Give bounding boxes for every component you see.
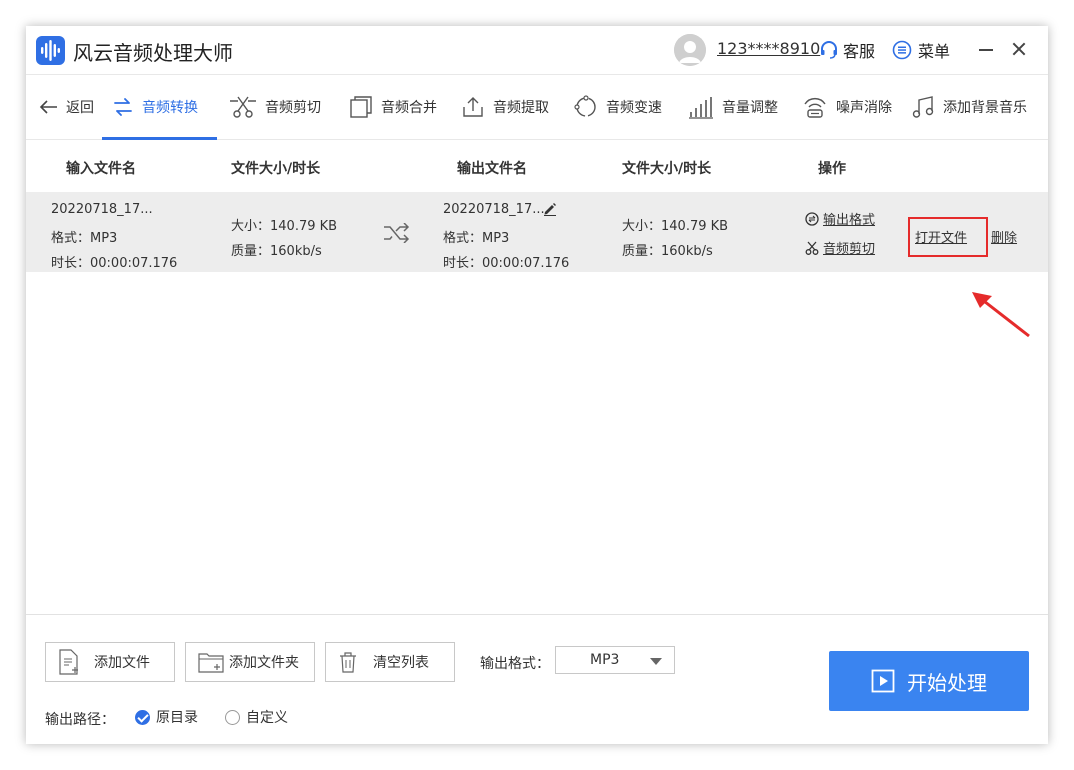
music-icon xyxy=(912,96,934,118)
convert-icon xyxy=(114,98,132,116)
output-size: 大小：140.79 KB xyxy=(622,219,729,234)
tab-noise-removal[interactable]: 噪声消除 xyxy=(802,75,892,139)
noise-icon xyxy=(804,98,826,118)
close-button[interactable] xyxy=(1008,36,1030,62)
start-processing-button[interactable]: 开始处理 xyxy=(829,651,1029,711)
input-duration: 时长：00:00:07.176 xyxy=(51,256,178,271)
audio-cut-link[interactable]: 音频剪切 xyxy=(805,238,875,257)
add-file-label: 添加文件 xyxy=(94,655,150,671)
format-icon xyxy=(805,211,819,226)
back-arrow-icon xyxy=(39,100,57,114)
tab-label: 音量调整 xyxy=(722,100,778,116)
shuffle-arrow-icon xyxy=(384,223,410,243)
output-format-select[interactable]: MP3 xyxy=(555,646,675,674)
play-icon xyxy=(871,669,895,693)
menu-button[interactable]: 菜单 xyxy=(892,38,950,62)
red-arrow-annotation xyxy=(972,292,1030,338)
add-folder-icon xyxy=(198,653,224,673)
username-link[interactable]: 123****8910 xyxy=(717,39,820,58)
radio-unchecked-icon xyxy=(225,709,240,725)
back-label: 返回 xyxy=(66,100,94,116)
add-file-icon xyxy=(59,649,78,675)
radio-custom-dir[interactable]: 自定义 xyxy=(225,707,288,727)
tab-label: 音频变速 xyxy=(606,100,662,116)
tab-audio-convert[interactable]: 音频转换 xyxy=(112,75,198,139)
service-label: 客服 xyxy=(843,42,876,61)
col-output-name: 输出文件名 xyxy=(457,161,527,177)
radio-original-dir[interactable]: 原目录 xyxy=(135,707,198,727)
app-window: 风云音频处理大师 123****8910 客服 菜单 返回 音频转换 音频剪切 … xyxy=(26,26,1048,744)
col-actions: 操作 xyxy=(818,161,846,177)
tab-audio-merge[interactable]: 音频合并 xyxy=(349,75,437,139)
chevron-down-icon xyxy=(650,658,662,665)
output-format-label: 输出格式 xyxy=(823,213,876,228)
table-row[interactable]: 20220718_17... 格式：MP3 时长：00:00:07.176 大小… xyxy=(26,192,1048,272)
extract-icon xyxy=(463,97,483,117)
add-folder-button[interactable]: 添加文件夹 xyxy=(185,642,315,682)
merge-icon xyxy=(350,96,372,118)
headset-icon xyxy=(821,41,837,59)
add-file-button[interactable]: 添加文件 xyxy=(45,642,175,682)
clear-list-label: 清空列表 xyxy=(373,655,429,671)
edit-pencil-icon[interactable] xyxy=(543,202,557,216)
speed-icon xyxy=(574,95,596,117)
app-title: 风云音频处理大师 xyxy=(73,41,233,65)
file-table-header: 输入文件名 文件大小/时长 输出文件名 文件大小/时长 操作 xyxy=(26,140,1048,192)
output-format-value: MP3 xyxy=(590,652,620,668)
tab-label: 音频提取 xyxy=(493,100,549,116)
back-button[interactable]: 返回 xyxy=(38,75,94,139)
add-folder-label: 添加文件夹 xyxy=(229,655,299,671)
tab-label: 添加背景音乐 xyxy=(943,100,1027,116)
scissors-icon xyxy=(805,241,819,255)
col-output-size: 文件大小/时长 xyxy=(622,161,712,177)
clear-list-button[interactable]: 清空列表 xyxy=(325,642,455,682)
customer-service-button[interactable]: 客服 xyxy=(819,38,875,62)
tab-audio-extract[interactable]: 音频提取 xyxy=(461,75,549,139)
tab-audio-speed[interactable]: 音频变速 xyxy=(574,75,662,139)
output-quality: 质量：160kb/s xyxy=(622,244,713,259)
output-format-link[interactable]: 输出格式 xyxy=(805,209,875,228)
minimize-button[interactable] xyxy=(976,36,996,62)
col-input-name: 输入文件名 xyxy=(66,161,136,177)
output-file-name: 20220718_17... xyxy=(443,202,545,217)
radio-label: 自定义 xyxy=(246,710,288,726)
radio-label: 原目录 xyxy=(156,710,198,726)
input-quality: 质量：160kb/s xyxy=(231,244,322,259)
input-format: 格式：MP3 xyxy=(51,231,118,246)
trash-icon xyxy=(340,652,356,673)
volume-icon xyxy=(689,97,713,119)
bottom-panel: 添加文件 添加文件夹 清空列表 输出格式： MP3 输出路径： 原目录 自定义 … xyxy=(26,614,1048,744)
audio-cut-label: 音频剪切 xyxy=(823,242,876,257)
tab-volume-adjust[interactable]: 音量调整 xyxy=(688,75,778,139)
output-format: 格式：MP3 xyxy=(443,231,510,246)
tab-audio-cut[interactable]: 音频剪切 xyxy=(229,75,321,139)
tab-add-background-music[interactable]: 添加背景音乐 xyxy=(911,75,1027,139)
tab-label: 音频合并 xyxy=(381,100,437,116)
col-input-size: 文件大小/时长 xyxy=(231,161,321,177)
tab-label: 音频转换 xyxy=(142,100,198,116)
delete-link[interactable]: 删除 xyxy=(991,227,1017,246)
function-toolbar: 返回 音频转换 音频剪切 音频合并 音频提取 音频变速 音量调整 噪声消除 添加… xyxy=(26,74,1048,140)
output-duration: 时长：00:00:07.176 xyxy=(443,256,570,271)
title-bar: 风云音频处理大师 123****8910 客服 菜单 xyxy=(26,26,1048,74)
start-label: 开始处理 xyxy=(907,670,987,695)
tab-label: 音频剪切 xyxy=(265,100,321,116)
output-path-label: 输出路径： xyxy=(45,712,115,728)
menu-label: 菜单 xyxy=(918,42,951,61)
app-logo-icon xyxy=(36,36,65,65)
avatar[interactable] xyxy=(674,34,706,66)
input-size: 大小：140.79 KB xyxy=(231,219,338,234)
input-file-name: 20220718_17... xyxy=(51,202,153,217)
cut-icon xyxy=(230,96,256,118)
radio-checked-icon xyxy=(135,709,150,725)
highlight-box xyxy=(908,217,988,257)
output-format-label: 输出格式： xyxy=(480,656,550,672)
menu-list-icon xyxy=(892,40,912,60)
tab-label: 噪声消除 xyxy=(836,100,892,116)
